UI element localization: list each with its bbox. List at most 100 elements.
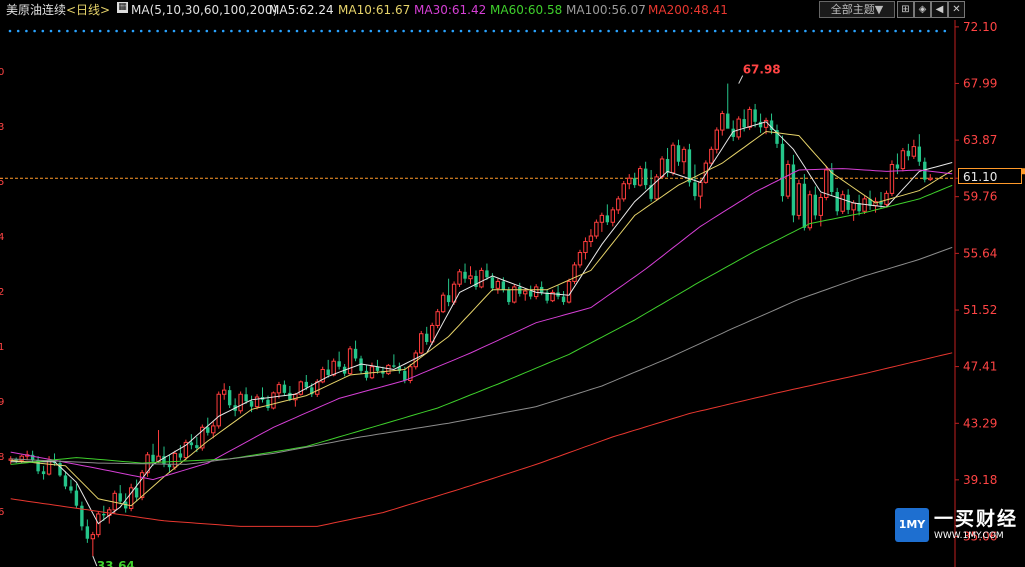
left-tick-fragment: 2 — [0, 287, 4, 298]
candle-body-up — [616, 198, 621, 211]
candle-body-down — [134, 487, 139, 498]
theme-dropdown-button[interactable]: 全部主题▼ — [819, 1, 895, 18]
candle-body-up — [572, 264, 577, 282]
top-dot — [558, 29, 561, 33]
candle-body-up — [238, 393, 243, 412]
y-tick-label: 51.52 — [963, 303, 997, 317]
ma-params[interactable]: MA(5,10,30,60,100,200) — [131, 3, 277, 17]
y-tick-label: 39.18 — [963, 473, 997, 487]
candle-body-down — [490, 277, 495, 289]
candle-body-up — [429, 324, 435, 343]
top-dot — [705, 29, 709, 33]
period-label[interactable]: <日线> — [66, 3, 110, 17]
top-dot — [541, 29, 545, 33]
top-dot — [549, 29, 553, 33]
ma30-value: MA30:61.42 — [414, 3, 487, 17]
candle-body-down — [802, 183, 807, 228]
candle-body-up — [172, 452, 178, 468]
candle-body-down — [282, 384, 287, 393]
top-dot — [910, 29, 914, 33]
top-dot — [582, 29, 586, 33]
candle-body-up — [884, 192, 889, 205]
top-dot — [787, 29, 791, 33]
candle-body-up — [681, 148, 687, 163]
top-dot — [123, 29, 127, 33]
top-dot — [435, 29, 438, 33]
candle-body-down — [249, 401, 254, 407]
top-dot — [295, 29, 299, 33]
top-dot — [599, 29, 602, 33]
high-label: 67.98 — [743, 63, 781, 77]
top-dot — [476, 29, 479, 33]
logo-mark-icon: 1MY — [895, 508, 929, 542]
y-tick-label: 43.29 — [963, 416, 997, 430]
ma10-line — [10, 130, 953, 507]
candle-body-down — [835, 191, 839, 212]
candle-body-up — [670, 144, 676, 174]
top-dot — [328, 29, 332, 33]
left-tick-fragment: 6 — [0, 507, 4, 518]
crosshair-icon[interactable]: ◈ — [914, 1, 931, 18]
top-dot — [927, 29, 930, 33]
candle-body-down — [403, 370, 407, 381]
top-dot — [115, 29, 118, 33]
candle-body-down — [167, 464, 172, 468]
candle-body-up — [911, 146, 917, 157]
top-dot — [886, 29, 889, 33]
top-dot — [820, 29, 824, 33]
candle-body-up — [577, 252, 583, 266]
top-dot — [394, 29, 397, 33]
top-dot — [197, 29, 200, 33]
top-dot — [845, 29, 848, 33]
top-dot — [795, 29, 799, 33]
candle-body-down — [813, 194, 818, 216]
top-dot — [656, 29, 660, 33]
candle-body-up — [271, 392, 276, 409]
candle-body-down — [676, 145, 681, 162]
candle-body-up — [90, 534, 96, 540]
candle-body-down — [846, 194, 850, 210]
indicator-icon[interactable]: ▦ — [117, 2, 128, 13]
candle-body-up — [594, 221, 599, 237]
close-icon[interactable]: ✕ — [948, 1, 965, 18]
candle-body-up — [659, 158, 665, 178]
top-dot — [689, 29, 692, 33]
top-dot — [713, 29, 717, 33]
top-dot — [385, 29, 389, 33]
fit-icon[interactable]: ⊞ — [897, 1, 914, 18]
top-dot — [804, 29, 807, 33]
top-dot — [189, 29, 192, 33]
symbol-name[interactable]: 美原油连续 — [6, 3, 66, 17]
candle-body-down — [485, 270, 489, 278]
candle-body-up — [588, 235, 594, 243]
candle-body-down — [605, 215, 610, 223]
top-dot — [853, 29, 856, 33]
candle-body-up — [785, 163, 791, 197]
candle-body-up — [216, 393, 221, 427]
top-dot — [943, 29, 947, 33]
candle-body-down — [507, 289, 511, 303]
ma60-value: MA60:60.58 — [490, 3, 563, 17]
top-dot — [287, 29, 291, 33]
ma200-value: MA200:48.41 — [648, 3, 728, 17]
candle-body-up — [440, 294, 446, 313]
left-tick-fragment: 0 — [0, 67, 4, 78]
logo-text: 一买财经 — [934, 508, 1019, 530]
top-dot — [16, 29, 20, 33]
candle-body-up — [583, 241, 588, 254]
top-dot — [517, 29, 520, 33]
left-tick-fragment: 4 — [0, 232, 4, 243]
candle-body-up — [621, 183, 626, 200]
candle-body-down — [206, 427, 210, 433]
top-dot — [902, 29, 906, 33]
candle-body-down — [74, 490, 79, 506]
candlestick-chart[interactable]: 72.10 67.99 63.87 61.10 59.76 55.64 51.52 47.41… — [0, 0, 1025, 567]
top-dot — [271, 29, 274, 33]
candle-body-down — [227, 390, 232, 406]
top-dot — [459, 29, 463, 33]
top-dot — [894, 29, 897, 33]
candle-body-up — [347, 348, 353, 375]
candle-body-up — [627, 177, 632, 185]
collapse-left-icon[interactable]: ◀ — [931, 1, 948, 18]
y-tick-label: 72.10 — [963, 20, 997, 34]
